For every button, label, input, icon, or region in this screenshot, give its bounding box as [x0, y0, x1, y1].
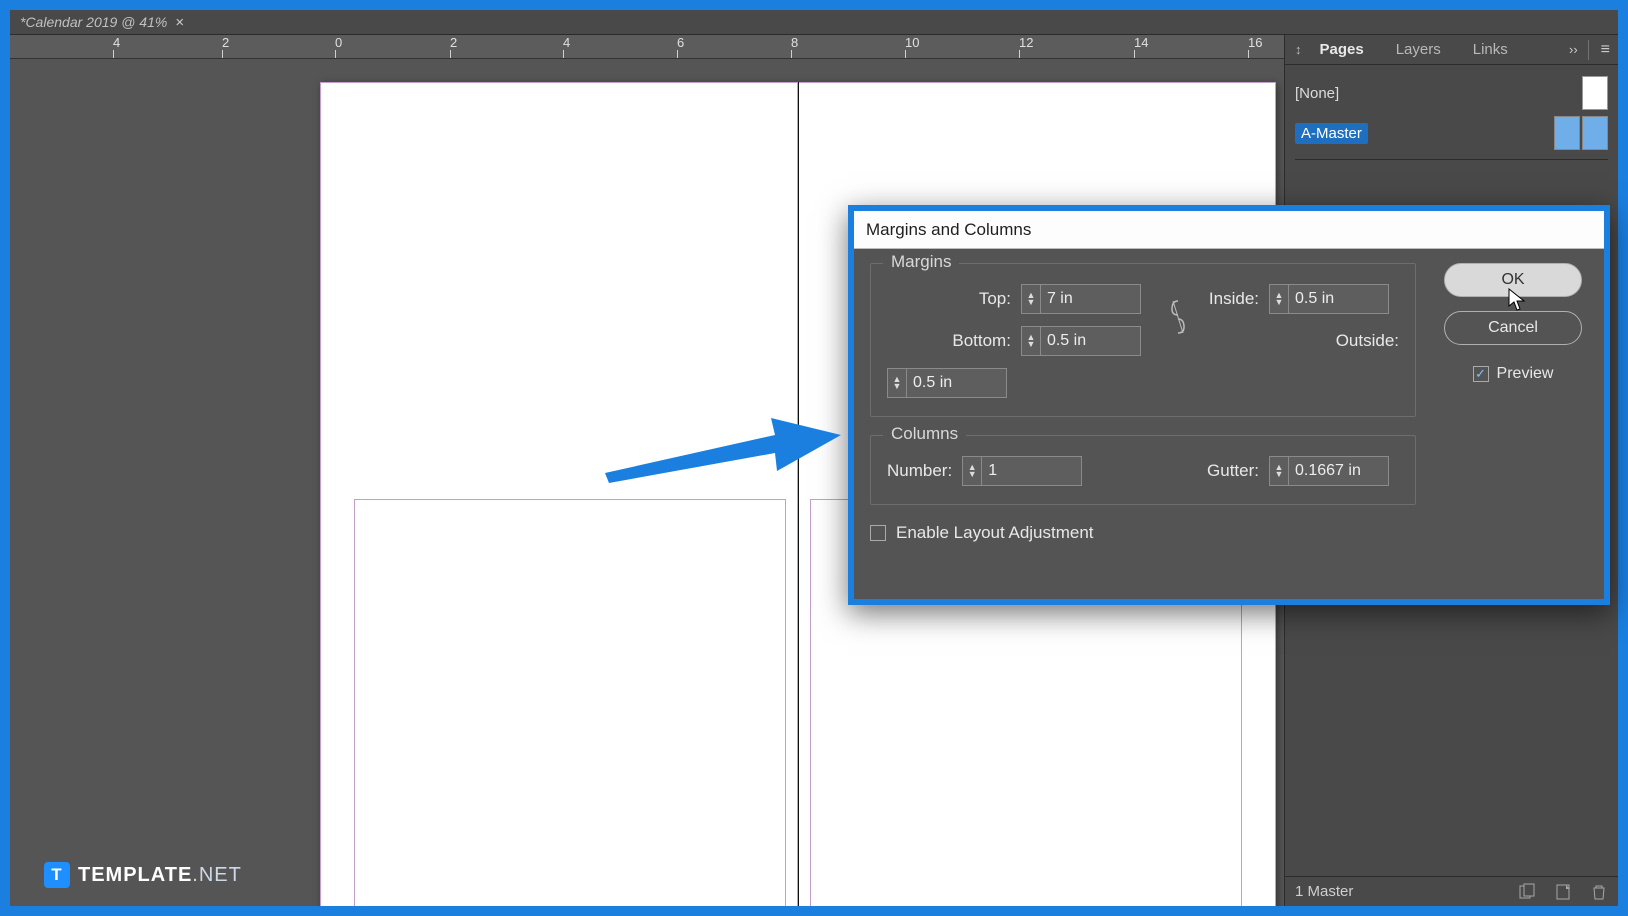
top-input[interactable]: ▲▼ — [1021, 284, 1151, 314]
enable-layout-row[interactable]: Enable Layout Adjustment — [870, 523, 1416, 543]
bottom-input[interactable]: ▲▼ — [1021, 326, 1151, 356]
number-label: Number: — [887, 461, 952, 481]
bottom-label: Bottom: — [887, 331, 1011, 351]
link-margins-icon[interactable] — [1169, 297, 1187, 343]
enable-layout-checkbox[interactable] — [870, 525, 886, 541]
dialog-title-bar[interactable]: Margins and Columns — [854, 211, 1604, 249]
master-thumb-none — [1582, 76, 1608, 110]
panel-divider — [1588, 40, 1589, 60]
tab-bar: *Calendar 2019 @ 41% × — [10, 10, 1618, 35]
panel-tabs: ↕ Pages Layers Links ›› ≡ — [1285, 35, 1618, 65]
spinner-icon[interactable]: ▲▼ — [1269, 456, 1289, 486]
preview-label: Preview — [1497, 365, 1554, 383]
margins-group: Margins Top: ▲▼ Inside: ▲▼ — [870, 263, 1416, 417]
document-title: *Calendar 2019 @ 41% — [20, 14, 167, 30]
trash-icon[interactable] — [1590, 883, 1608, 901]
number-input[interactable]: ▲▼ — [962, 456, 1092, 486]
master-thumb-spread — [1554, 116, 1608, 150]
master-count-label: 1 Master — [1295, 883, 1353, 900]
preview-checkbox[interactable] — [1473, 366, 1489, 382]
ruler-tick: 14 — [1134, 35, 1148, 59]
spinner-icon[interactable]: ▲▼ — [1021, 326, 1041, 356]
ruler-tick: 4 — [113, 35, 120, 59]
ruler-tick: 8 — [791, 35, 798, 59]
master-row[interactable]: [None] — [1295, 73, 1608, 113]
spinner-icon[interactable]: ▲▼ — [1269, 284, 1289, 314]
preview-row[interactable]: Preview — [1473, 365, 1554, 383]
inside-label: Inside: — [1205, 289, 1259, 309]
margin-guide-left — [354, 499, 786, 906]
ruler-tick: 6 — [677, 35, 684, 59]
collapse-panels-icon[interactable]: ›› — [1569, 42, 1584, 57]
tab-links[interactable]: Links — [1459, 37, 1522, 62]
bottom-field[interactable] — [1041, 326, 1141, 356]
ruler-tick: 0 — [335, 35, 342, 59]
gutter-label: Gutter: — [1207, 461, 1259, 481]
spinner-icon[interactable]: ▲▼ — [1021, 284, 1041, 314]
top-label: Top: — [887, 289, 1011, 309]
spread-spine — [798, 82, 799, 906]
app-frame: *Calendar 2019 @ 41% × 4 2 0 2 4 6 8 10 12 14 16 ↕… — [10, 10, 1618, 906]
margins-group-title: Margins — [883, 252, 959, 272]
ruler-tick: 2 — [450, 35, 457, 59]
gutter-input[interactable]: ▲▼ — [1269, 456, 1399, 486]
master-name-selected: A-Master — [1295, 123, 1368, 144]
margins-columns-dialog: Margins and Columns Margins Top: ▲▼ — [848, 205, 1610, 605]
ruler-tick: 16 — [1248, 35, 1262, 59]
ruler-tick: 2 — [222, 35, 229, 59]
master-name: [None] — [1295, 85, 1339, 102]
ruler-tick: 12 — [1019, 35, 1033, 59]
ruler-horizontal: 4 2 0 2 4 6 8 10 12 14 16 — [10, 35, 1284, 59]
masters-list: [None] A-Master — [1285, 65, 1618, 168]
master-row[interactable]: A-Master — [1295, 113, 1608, 153]
inside-field[interactable] — [1289, 284, 1389, 314]
new-master-icon[interactable] — [1554, 883, 1572, 901]
enable-layout-label: Enable Layout Adjustment — [896, 523, 1094, 543]
watermark-suffix: .NET — [192, 864, 242, 886]
dialog-title: Margins and Columns — [866, 220, 1031, 240]
watermark: T TEMPLATE.NET — [44, 862, 242, 888]
pages-icon: ↕ — [1295, 42, 1302, 57]
outside-input[interactable]: ▲▼ — [887, 368, 1011, 398]
document-tab[interactable]: *Calendar 2019 @ 41% × — [10, 10, 194, 34]
gutter-field[interactable] — [1289, 456, 1389, 486]
panel-footer: 1 Master — [1285, 876, 1618, 906]
close-tab-icon[interactable]: × — [175, 14, 184, 31]
tab-pages[interactable]: Pages — [1306, 37, 1378, 62]
ruler-tick: 4 — [563, 35, 570, 59]
tab-layers[interactable]: Layers — [1382, 37, 1455, 62]
number-field[interactable] — [982, 456, 1082, 486]
spinner-icon[interactable]: ▲▼ — [962, 456, 982, 486]
spinner-icon[interactable]: ▲▼ — [887, 368, 907, 398]
top-field[interactable] — [1041, 284, 1141, 314]
new-page-icon[interactable] — [1518, 883, 1536, 901]
watermark-logo-icon: T — [44, 862, 70, 888]
outside-field[interactable] — [907, 368, 1007, 398]
columns-group: Columns Number: ▲▼ Gutter: ▲▼ — [870, 435, 1416, 505]
columns-group-title: Columns — [883, 424, 966, 444]
panel-section-divider — [1295, 159, 1608, 160]
panel-menu-icon[interactable]: ≡ — [1593, 41, 1618, 59]
ok-button[interactable]: OK — [1444, 263, 1582, 297]
inside-input[interactable]: ▲▼ — [1269, 284, 1399, 314]
cancel-button[interactable]: Cancel — [1444, 311, 1582, 345]
outside-label: Outside: — [1269, 331, 1399, 351]
ruler-tick: 10 — [905, 35, 919, 59]
watermark-brand: TEMPLATE — [78, 864, 192, 886]
